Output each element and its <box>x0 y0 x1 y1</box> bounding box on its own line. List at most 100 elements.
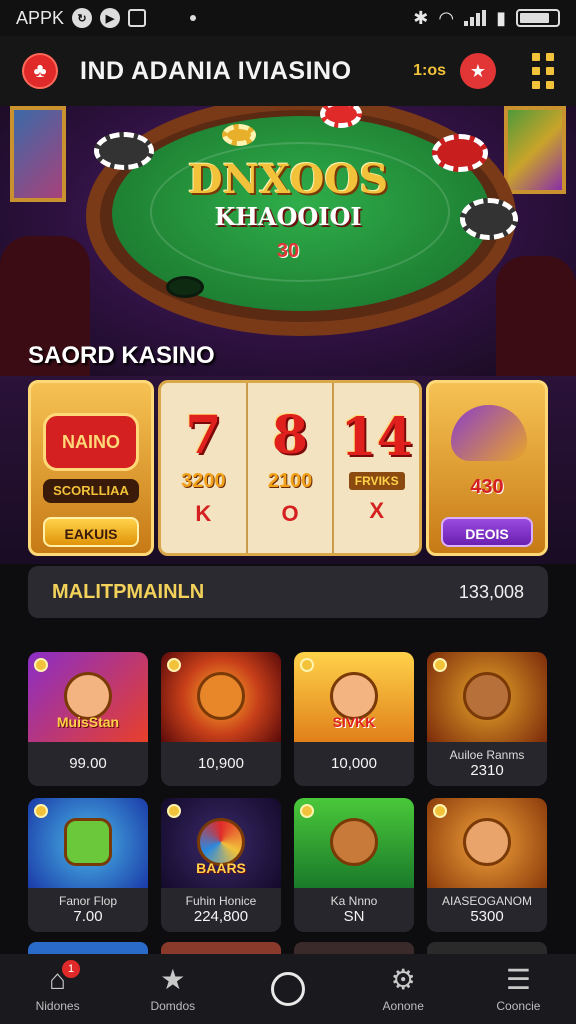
media-icon: ▶ <box>100 8 121 28</box>
reel-number: 14 <box>340 407 413 468</box>
game-info: 10,900 <box>161 742 281 786</box>
reel-symbol: O <box>281 500 299 526</box>
gift-icon[interactable]: ★ <box>460 53 496 89</box>
hero-subtitle: KHAOOIOI <box>214 202 362 231</box>
game-tile-peek <box>294 942 414 954</box>
app-logo-icon[interactable]: ♣ <box>22 53 58 89</box>
character-art <box>330 818 378 866</box>
sim-icon: ▮ <box>496 7 506 28</box>
game-tile[interactable]: 10,900 <box>161 652 281 786</box>
coin-icon <box>34 658 48 672</box>
game-tile[interactable]: BAARS Fuhin Honice 224,800 <box>161 798 281 932</box>
signal-icon <box>464 10 487 26</box>
game-tile-peek <box>161 942 281 954</box>
promo-card-left[interactable]: NAINO SCORLLIAA EAKUIS <box>28 380 154 556</box>
promo-right-button[interactable]: DEOIS <box>441 517 533 547</box>
reel-amount: 2100 <box>267 469 313 492</box>
game-tile-peek <box>28 942 148 954</box>
prize-icon <box>451 405 527 461</box>
star-icon: ★ <box>160 964 186 995</box>
game-value: 10,900 <box>198 755 244 772</box>
game-info: 99.00 <box>28 742 148 786</box>
nav-label: Nidones <box>35 999 80 1013</box>
coin-icon <box>167 804 181 818</box>
coin-icon <box>34 804 48 818</box>
coin-icon <box>300 658 314 672</box>
promo-logo: NAINO <box>43 413 139 471</box>
nav-label: Domdos <box>150 999 196 1013</box>
circle-home-icon <box>271 972 305 1006</box>
status-app-label: APPK <box>16 7 65 28</box>
game-value: 99.00 <box>69 755 107 772</box>
game-info: Fanor Flop 7.00 <box>28 888 148 932</box>
character-art <box>463 672 511 720</box>
game-info: AIASEOGANOM 5300 <box>427 888 547 932</box>
coin-balance[interactable]: 1:os <box>413 62 446 80</box>
game-name: Ka Nnno <box>330 894 378 908</box>
notification-badge: 1 <box>62 960 80 978</box>
game-tile[interactable]: AIASEOGANOM 5300 <box>427 798 547 932</box>
reel-symbol: X <box>369 498 385 523</box>
sync-icon: ↻ <box>72 8 93 28</box>
hero-banner[interactable]: DNXOOS KHAOOIOI 30 SAORD KASINO <box>0 106 576 376</box>
game-art-title: SIVKK <box>332 714 376 730</box>
coin-icon <box>300 804 314 818</box>
reel-number: 7 <box>185 404 222 466</box>
app-header: ♣ IND ADANIA IVIASINO 1:os ★ <box>0 36 576 106</box>
game-tile[interactable]: Ka Nnno SN <box>294 798 414 932</box>
game-tile[interactable]: Fanor Flop 7.00 <box>28 798 148 932</box>
game-tile[interactable]: SIVKK 10,000 <box>294 652 414 786</box>
game-value: SN <box>343 908 365 925</box>
promo-left-button[interactable]: EAKUIS <box>43 517 139 547</box>
menu-icon: ☰ <box>505 964 531 995</box>
game-info: Ka Nnno SN <box>294 888 414 932</box>
game-value: 2310 <box>470 762 504 779</box>
jackpot-value: 133,008 <box>458 581 524 602</box>
reel-symbol: K <box>195 500 212 526</box>
promo-card-right[interactable]: 430 DEOIS <box>426 380 548 556</box>
nav-item-settings[interactable]: ⚙ Aonone <box>346 954 461 1024</box>
reel-amount: FRVIKS <box>348 472 405 490</box>
game-name: Fuhin Honice <box>185 894 257 908</box>
gallery-icon <box>128 9 147 27</box>
section-title: SAORD KASINO <box>28 342 215 369</box>
roulette-wheel-icon <box>197 818 245 866</box>
nav-label: Aonone <box>382 999 424 1013</box>
bottom-nav: ⌂ 1 Nidones ★ Domdos ⚙ Aonone ☰ Cooncie <box>0 954 576 1024</box>
slot-reel: 7 3200 K <box>161 383 248 553</box>
character-art <box>64 818 112 866</box>
nav-item-menu[interactable]: ☰ Cooncie <box>461 954 576 1024</box>
slot-reel: 14 FRVIKS X <box>334 383 419 553</box>
reel-amount: 3200 <box>181 469 226 492</box>
game-tile-peek <box>427 942 547 954</box>
bluetooth-icon: ✱ <box>413 7 429 28</box>
character-art <box>463 818 511 866</box>
app-title: IND ADANIA IVIASINO <box>80 56 352 85</box>
reel-number: 8 <box>271 404 309 466</box>
jackpot-label: MALITPMAINLN <box>52 580 205 603</box>
coin-icon <box>433 658 447 672</box>
character-art <box>330 672 378 720</box>
nav-item-favorites[interactable]: ★ Domdos <box>115 954 230 1024</box>
gold-coin-icon <box>222 124 256 146</box>
game-info: 10,000 <box>294 742 414 786</box>
game-info: Fuhin Honice 224,800 <box>161 888 281 932</box>
grid-menu-icon[interactable] <box>532 53 554 89</box>
status-bar: APPK ↻ ▶ ✱ ◠ ▮ <box>0 0 576 36</box>
jackpot-bar[interactable]: MALITPMAINLN 133,008 <box>28 566 548 618</box>
nav-item-center[interactable] <box>230 954 345 1024</box>
slot-reel: 8 2100 O <box>248 383 335 553</box>
wifi-icon: ◠ <box>438 7 455 28</box>
game-tile[interactable]: Auiloe Ranms 2310 <box>427 652 547 786</box>
table-cup-holder <box>166 276 204 298</box>
character-art <box>64 672 112 720</box>
slot-reels[interactable]: 7 3200 K 8 2100 O 14 FRVIKS X <box>158 380 422 556</box>
game-value: 5300 <box>470 908 504 925</box>
game-tile[interactable]: MuisStan 99.00 <box>28 652 148 786</box>
slots-banner: NAINO SCORLLIAA EAKUIS 7 3200 K 8 2100 O… <box>0 376 576 564</box>
chair-right <box>496 256 576 376</box>
promo-subtitle: SCORLLIAA <box>43 479 139 503</box>
game-name: Auiloe Ranms <box>449 748 525 762</box>
nav-item-home[interactable]: ⌂ 1 Nidones <box>0 954 115 1024</box>
game-value: 10,000 <box>331 755 377 772</box>
